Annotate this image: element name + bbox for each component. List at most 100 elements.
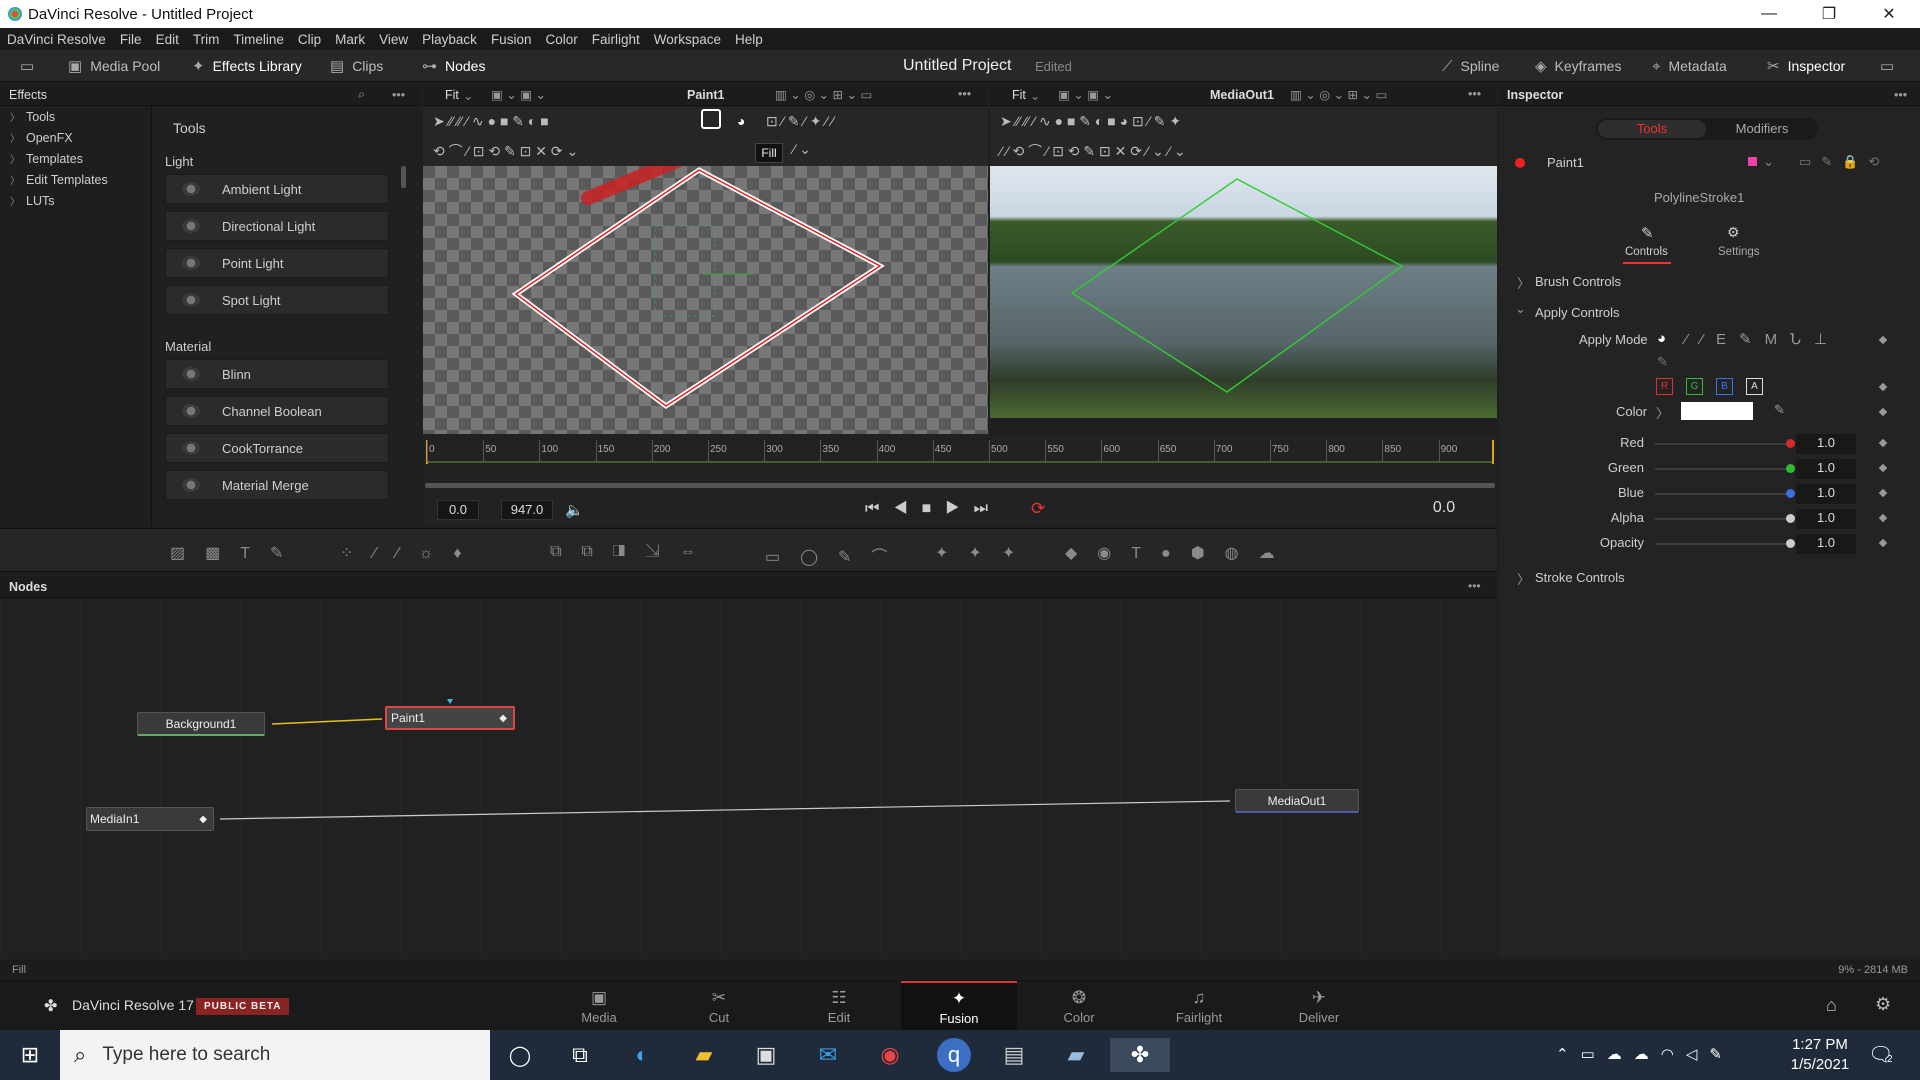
polyline-tools-icon[interactable]: ⁄ ⁄ ⟲ ⌒ ⁄ ⊡ ⟲ ✎ ⊡ ✕ ⟳ ⁄ ⌄ ⁄ ⌄ xyxy=(1000,141,1186,161)
timeline-ruler[interactable]: 0 50 100 150 200 250 300 350 400 450 500 550 600 650 7… xyxy=(423,434,1497,496)
eyedropper-icon[interactable]: ⁄ ⌄ xyxy=(793,141,811,158)
right-viewer-canvas[interactable] xyxy=(990,166,1497,418)
view-options-icon[interactable]: ▣ ⌄ ▣ ⌄ xyxy=(491,87,546,102)
clock-date[interactable]: 1/5/2021 xyxy=(1780,1056,1860,1073)
more-options-icon[interactable]: ••• xyxy=(1468,87,1481,101)
file-explorer-icon[interactable]: ▰ xyxy=(684,1038,724,1072)
stroke-tools-icon[interactable]: ⊡ ⁄ ✎ ⁄ ✦ ⁄ ⁄ xyxy=(766,113,834,130)
menu-edit[interactable]: Edit xyxy=(149,32,186,47)
composite-tools-icons[interactable]: ⧉⧉◨⇲⇔ xyxy=(550,543,716,561)
param-slider-blue[interactable] xyxy=(1655,493,1790,495)
right-viewer-fit[interactable]: Fit xyxy=(1012,88,1026,102)
minimize-button[interactable]: — xyxy=(1740,0,1798,28)
tab-modifiers[interactable]: Modifiers xyxy=(1708,120,1816,138)
slider-handle[interactable] xyxy=(1786,439,1795,448)
tool-ambient-light[interactable]: Ambient Light xyxy=(165,174,389,204)
chevron-down-icon[interactable]: ⌄ xyxy=(1030,88,1040,103)
select-tool-icon[interactable]: ➤ ⁄⁄ ⁄⁄ ⁄ ∿ ● ■ ✎ ◐ ■ xyxy=(433,113,549,130)
menu-fairlight[interactable]: Fairlight xyxy=(585,32,647,47)
left-viewer-fit[interactable]: Fit xyxy=(445,88,459,102)
menu-file[interactable]: File xyxy=(113,32,149,47)
current-frame-field[interactable]: 0.0 xyxy=(1411,499,1477,519)
keyframes-button[interactable]: ◈ Keyframes xyxy=(1535,50,1621,82)
maximize-button[interactable]: ❐ xyxy=(1800,0,1858,28)
tree-item-openfx[interactable]: 〉 OpenFX xyxy=(0,127,151,148)
node-paint1[interactable]: Paint1 ◆ xyxy=(385,706,515,730)
eyedropper-icon[interactable]: ✎ xyxy=(1774,402,1785,418)
clips-button[interactable]: ▤ Clips xyxy=(330,50,383,82)
keyframe-diamond-icon[interactable] xyxy=(1878,382,1888,392)
menu-mark[interactable]: Mark xyxy=(328,32,372,47)
tool-material-merge[interactable]: Material Merge xyxy=(165,470,389,500)
metadata-button[interactable]: ⌖ Metadata xyxy=(1652,50,1727,82)
generator-tools-icons[interactable]: ▨▩T✎ xyxy=(170,543,303,563)
tree-item-templates[interactable]: 〉 Templates xyxy=(0,148,151,169)
menu-view[interactable]: View xyxy=(372,32,415,47)
viewer-controls-icon[interactable]: ▥ ⌄ ◎ ⌄ ⊞ ⌄ ▭ xyxy=(1290,87,1387,102)
chevron-right-icon[interactable]: 〉 xyxy=(1517,569,1530,588)
home-icon[interactable]: ⌂ xyxy=(1826,995,1837,1016)
tree-item-edit-templates[interactable]: 〉 Edit Templates xyxy=(0,169,151,190)
page-fairlight[interactable]: ♫ Fairlight xyxy=(1141,981,1257,1031)
tool-blinn[interactable]: Blinn xyxy=(165,359,389,389)
nodes-button[interactable]: ⊶ Nodes xyxy=(422,50,485,82)
effects-scrollbar[interactable] xyxy=(401,166,406,188)
playback-controls[interactable]: ⏮◀■▶⏭ xyxy=(865,500,1002,518)
node-mediaout1[interactable]: MediaOut1 xyxy=(1235,789,1359,813)
param-slider-green[interactable] xyxy=(1655,468,1790,470)
group-apply-controls[interactable]: Apply Controls xyxy=(1535,305,1620,320)
viewer-controls-icon[interactable]: ▥ ⌄ ◎ ⌄ ⊞ ⌄ ▭ xyxy=(775,87,872,102)
keyframe-diamond-icon[interactable] xyxy=(1878,488,1888,498)
tree-item-tools[interactable]: 〉 Tools xyxy=(0,106,151,127)
subtab-controls[interactable]: Controls xyxy=(1625,246,1668,258)
chevron-right-icon[interactable]: 〉 xyxy=(1517,273,1530,292)
slider-handle[interactable] xyxy=(1786,514,1795,523)
tool-channel-boolean[interactable]: Channel Boolean xyxy=(165,396,389,426)
menu-color[interactable]: Color xyxy=(538,32,584,47)
channel-r-button[interactable]: R xyxy=(1656,378,1673,395)
group-stroke-controls[interactable]: Stroke Controls xyxy=(1535,570,1625,585)
range-end-field[interactable]: 947.0 xyxy=(501,500,553,520)
param-slider-red[interactable] xyxy=(1655,443,1790,445)
keyframe-diamond-icon[interactable] xyxy=(1878,438,1888,448)
mail-icon[interactable]: ✉ xyxy=(808,1038,848,1072)
menu-timeline[interactable]: Timeline xyxy=(226,32,291,47)
group-brush-controls[interactable]: Brush Controls xyxy=(1535,274,1621,289)
keyframe-diamond-icon[interactable] xyxy=(1878,335,1888,345)
speaker-icon[interactable]: 🔈 xyxy=(565,501,584,519)
tree-item-luts[interactable]: 〉 LUTs xyxy=(0,190,151,211)
param-value-red[interactable]: 1.0 xyxy=(1796,434,1856,454)
more-options-icon[interactable]: ••• xyxy=(958,87,971,101)
slider-handle[interactable] xyxy=(1786,489,1795,498)
app-icon[interactable]: ▤ xyxy=(994,1038,1034,1072)
gear-icon[interactable]: ⚙ xyxy=(1875,994,1891,1015)
range-start-field[interactable]: 0.0 xyxy=(437,500,479,520)
polyline-stroke-overlay[interactable] xyxy=(423,139,988,434)
effects-library-button[interactable]: ✦ Effects Library xyxy=(192,50,302,82)
tool-cooktorrance[interactable]: CookTorrance xyxy=(165,433,389,463)
keyframe-diamond-icon[interactable] xyxy=(1878,463,1888,473)
system-tray-icons[interactable]: ⌃▭☁☁◠◁✎ xyxy=(1556,1045,1734,1063)
layout-toggle-button[interactable]: ▭ xyxy=(1880,50,1894,82)
keyframe-diamond-icon[interactable] xyxy=(1878,513,1888,523)
slider-handle[interactable] xyxy=(1786,539,1795,548)
spline-button[interactable]: ⟋ Spline xyxy=(1442,50,1499,82)
particle-tools-icons[interactable]: ⁘⁄⁄☼♦ xyxy=(340,543,482,563)
fill-tool-icon[interactable]: ◕ xyxy=(737,113,745,129)
chrome-icon[interactable]: ◉ xyxy=(870,1038,910,1072)
menu-workspace[interactable]: Workspace xyxy=(647,32,728,47)
node-header-icons[interactable]: ▭✎🔒⟲ xyxy=(1799,154,1889,170)
menu-help[interactable]: Help xyxy=(728,32,770,47)
param-value-blue[interactable]: 1.0 xyxy=(1796,484,1856,504)
left-viewer-canvas[interactable] xyxy=(423,139,988,434)
apply-color-icon[interactable]: ◕ xyxy=(1657,330,1666,347)
cortana-icon[interactable]: ◯ xyxy=(500,1038,540,1072)
menu-trim[interactable]: Trim xyxy=(186,32,227,47)
search-box[interactable]: ⌕ Type here to search xyxy=(60,1030,490,1080)
wand-icon[interactable]: ✎ xyxy=(1657,354,1668,370)
more-options-icon[interactable]: ••• xyxy=(1468,579,1481,593)
windows-start-icon[interactable]: ⊞ xyxy=(10,1038,50,1072)
store-icon[interactable]: ▣ xyxy=(746,1038,786,1072)
more-options-icon[interactable]: ••• xyxy=(392,88,405,102)
page-media[interactable]: ▣ Media xyxy=(541,981,657,1031)
